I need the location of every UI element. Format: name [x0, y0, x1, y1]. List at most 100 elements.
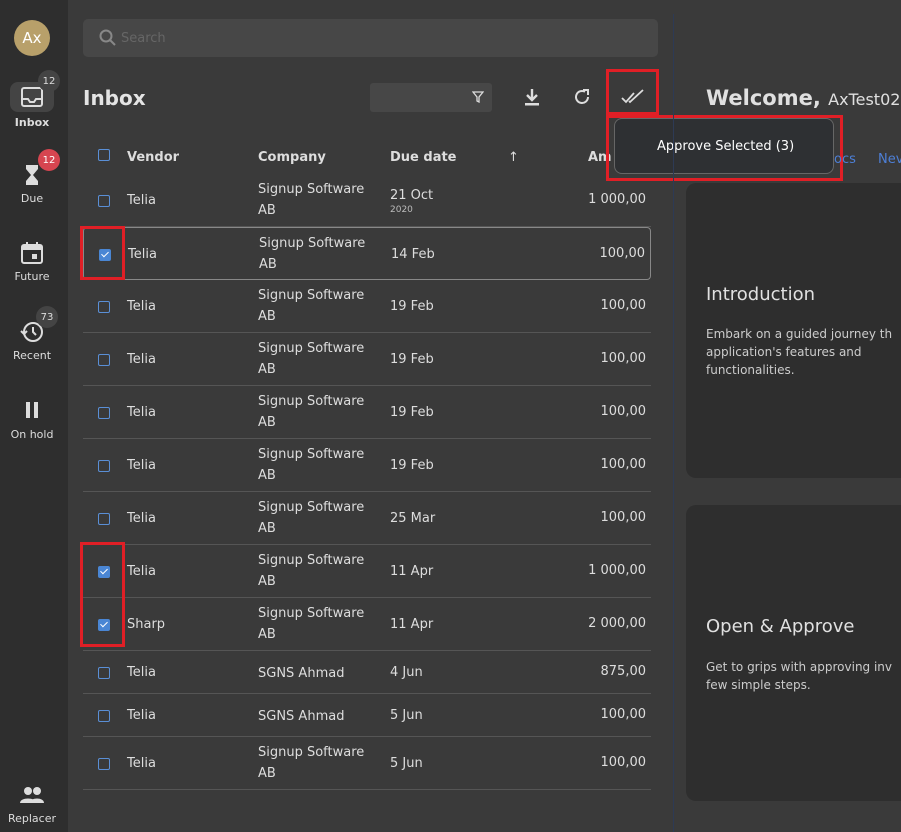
- panel-divider: [673, 14, 674, 832]
- card-title: Introduction: [706, 284, 816, 305]
- row-company: SGNS Ahmad: [258, 709, 345, 724]
- sidebar-item-future[interactable]: Future: [0, 240, 64, 283]
- row-due-date: 11 Apr: [390, 564, 434, 579]
- card-open-approve[interactable]: Open & Approve Get to grips with approvi…: [686, 505, 901, 801]
- row-checkbox[interactable]: [98, 710, 110, 722]
- welcome-greeting: Welcome,: [706, 86, 821, 110]
- row-due-date: 11 Apr: [390, 617, 434, 632]
- row-amount: 100,00: [600, 457, 647, 472]
- row-vendor: Telia: [127, 708, 156, 723]
- refresh-icon[interactable]: [572, 87, 592, 107]
- table-row[interactable]: Telia SGNS Ahmad 5 Jun 100,00: [83, 694, 651, 737]
- row-due-date: 19 Feb: [390, 458, 434, 473]
- highlight-approve-all: [606, 69, 659, 115]
- card-introduction[interactable]: Introduction Embark on a guided journey …: [686, 183, 901, 478]
- sidebar-item-label: Recent: [12, 349, 52, 362]
- row-amount: 1 000,00: [588, 563, 646, 578]
- column-vendor[interactable]: Vendor: [127, 150, 179, 165]
- row-checkbox[interactable]: [98, 758, 110, 770]
- sort-arrow-icon[interactable]: ↑: [508, 150, 519, 165]
- row-vendor: Telia: [127, 756, 156, 771]
- row-due-date: 21 Oct: [390, 188, 434, 203]
- page-title: Inbox: [83, 86, 146, 110]
- avatar[interactable]: Ax: [14, 20, 50, 56]
- row-company: Signup Software AB: [258, 745, 365, 781]
- row-checkbox[interactable]: [98, 460, 110, 472]
- row-due-date: 25 Mar: [390, 511, 436, 526]
- filter-icon: [472, 91, 484, 103]
- row-vendor: Sharp: [127, 617, 166, 632]
- row-checkbox[interactable]: [98, 513, 110, 525]
- tab-new[interactable]: Nev: [878, 152, 901, 167]
- row-amount: 100,00: [600, 351, 647, 366]
- row-vendor: Telia: [127, 405, 156, 420]
- search-input[interactable]: [121, 28, 621, 48]
- row-amount: 100,00: [599, 246, 646, 261]
- welcome-heading: Welcome, AxTest02: [706, 86, 900, 110]
- sidebar-item-replacer[interactable]: Replacer: [0, 782, 64, 825]
- row-company: Signup Software AB: [258, 182, 365, 218]
- row-vendor: Telia: [127, 458, 156, 473]
- highlight-checkbox-1: [80, 226, 125, 280]
- sidebar-item-label: On hold: [10, 428, 54, 441]
- row-company: Signup Software AB: [258, 288, 365, 324]
- row-checkbox[interactable]: [98, 195, 110, 207]
- table-header: Vendor Company Due date ↑ Am: [83, 146, 651, 172]
- table-row[interactable]: Telia Signup Software AB 25 Mar 100,00: [83, 492, 651, 545]
- row-amount: 2 000,00: [588, 616, 646, 631]
- row-checkbox[interactable]: [98, 667, 110, 679]
- table-row[interactable]: Telia Signup Software AB 19 Feb 100,00: [83, 439, 651, 492]
- row-due-date: 5 Jun: [390, 756, 423, 771]
- row-amount: 1 000,00: [588, 192, 646, 207]
- table-row[interactable]: Telia Signup Software AB 19 Feb 100,00: [83, 280, 651, 333]
- row-checkbox[interactable]: [98, 301, 110, 313]
- row-amount: 875,00: [600, 664, 647, 679]
- welcome-username: AxTest02: [828, 90, 901, 109]
- row-due-date: 19 Feb: [390, 405, 434, 420]
- highlight-checkbox-2: [80, 542, 125, 647]
- row-amount: 100,00: [600, 755, 647, 770]
- row-vendor: Telia: [127, 511, 156, 526]
- row-company: SGNS Ahmad: [258, 666, 345, 681]
- table-row[interactable]: Telia Signup Software AB 5 Jun 100,00: [83, 737, 651, 790]
- inbox-badge: 12: [38, 70, 60, 92]
- row-company: Signup Software AB: [258, 341, 365, 377]
- sidebar-item-on-hold[interactable]: On hold: [0, 398, 64, 441]
- row-checkbox[interactable]: [98, 407, 110, 419]
- row-vendor: Telia: [127, 665, 156, 680]
- filter-dropdown[interactable]: [370, 83, 492, 112]
- column-company[interactable]: Company: [258, 150, 326, 165]
- sidebar-item-label: Future: [14, 270, 50, 283]
- row-company: Signup Software AB: [258, 606, 365, 642]
- column-due-date[interactable]: Due date: [390, 150, 457, 165]
- card-text: Get to grips with approving inv few simp…: [706, 660, 893, 692]
- table-row[interactable]: Telia Signup Software AB 14 Feb 100,00: [83, 227, 651, 280]
- row-due-date: 5 Jun: [390, 708, 423, 723]
- row-vendor: Telia: [127, 299, 156, 314]
- table-row[interactable]: Telia Signup Software AB 19 Feb 100,00: [83, 333, 651, 386]
- calendar-icon: [21, 242, 43, 264]
- table-row[interactable]: Telia SGNS Ahmad 4 Jun 875,00: [83, 651, 651, 694]
- row-company: Signup Software AB: [258, 553, 365, 589]
- inbox-icon: [21, 87, 43, 107]
- due-badge: 12: [38, 149, 60, 171]
- search-icon: [99, 29, 116, 46]
- row-due-date: 14 Feb: [391, 247, 435, 262]
- select-all-checkbox[interactable]: [98, 149, 110, 161]
- row-company: Signup Software AB: [259, 236, 366, 272]
- sidebar-item-recent[interactable]: Recent: [0, 319, 64, 362]
- table-row[interactable]: Telia Signup Software AB 21 Oct 2020 1 000,0…: [83, 174, 651, 227]
- row-vendor: Telia: [127, 564, 156, 579]
- download-icon[interactable]: [523, 87, 541, 107]
- row-vendor: Telia: [127, 193, 156, 208]
- row-amount: 100,00: [600, 298, 647, 313]
- tab-docs[interactable]: ocs: [834, 152, 856, 167]
- table-row[interactable]: Sharp Signup Software AB 11 Apr 2 000,00: [83, 598, 651, 651]
- row-checkbox[interactable]: [98, 354, 110, 366]
- row-due-date: 19 Feb: [390, 352, 434, 367]
- table-row[interactable]: Telia Signup Software AB 19 Feb 100,00: [83, 386, 651, 439]
- search-bar[interactable]: [83, 19, 658, 57]
- row-due-year: 2020: [390, 205, 413, 215]
- row-vendor: Telia: [127, 352, 156, 367]
- table-row[interactable]: Telia Signup Software AB 11 Apr 1 000,00: [83, 545, 651, 598]
